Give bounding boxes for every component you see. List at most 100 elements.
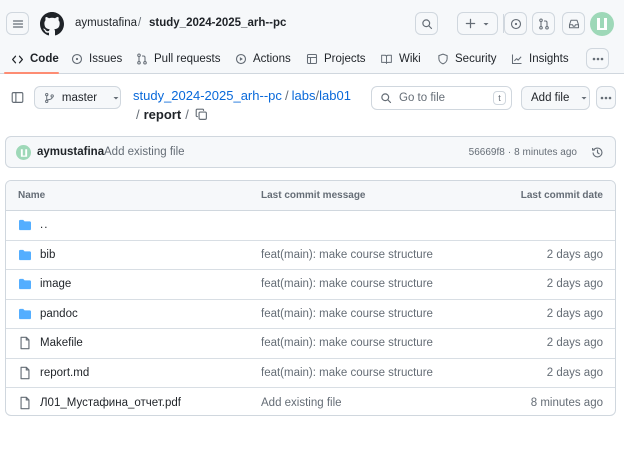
commit-message-link[interactable]: feat(main): make course structure	[261, 270, 433, 299]
file-name-link[interactable]: Л01_Мустафина_отчет.pdf	[40, 397, 181, 409]
tab-pull-requests[interactable]: Pull requests	[136, 45, 220, 73]
file-icon	[20, 366, 30, 380]
path-separator: /	[136, 107, 140, 122]
kebab-horizontal-icon	[592, 57, 603, 60]
table-row[interactable]: bib feat(main): make course structure 2 …	[6, 241, 615, 270]
commit-message-link[interactable]: Add existing file	[261, 388, 342, 415]
add-file-label: Add file	[531, 92, 570, 104]
commit-time: 8 minutes ago	[514, 147, 577, 158]
path-labs-link[interactable]: labs	[292, 88, 316, 103]
table-header: Name Last commit message Last commit dat…	[6, 181, 615, 211]
create-new-button[interactable]	[457, 12, 498, 35]
file-name-link[interactable]: image	[40, 278, 71, 290]
table-row[interactable]: Makefile feat(main): make course structu…	[6, 329, 615, 359]
tab-insights[interactable]: Insights	[511, 45, 569, 73]
tab-label: Wiki	[399, 53, 421, 65]
inbox-button[interactable]	[562, 12, 585, 35]
file-name-cell: ..	[18, 211, 48, 240]
path-separator: /	[284, 88, 289, 103]
pull-request-icon	[137, 53, 147, 65]
latest-commit-box: aymustafina Add existing file 56669f8 · …	[5, 136, 616, 168]
keyboard-shortcut-hint: t	[493, 91, 506, 105]
file-name-cell: bib	[18, 241, 55, 270]
go-to-file-placeholder: Go to file	[399, 92, 446, 104]
commit-date: 2 days ago	[546, 337, 603, 350]
tab-projects[interactable]: Projects	[306, 45, 366, 73]
more-options-button[interactable]	[596, 86, 616, 109]
play-icon	[235, 53, 247, 65]
parent-directory-row[interactable]: ..	[6, 211, 615, 241]
tab-label: Projects	[324, 53, 366, 65]
commit-hash[interactable]: 56669f8	[469, 147, 505, 158]
tab-label: Pull requests	[154, 53, 221, 65]
file-name-link[interactable]: Makefile	[40, 337, 83, 349]
hamburger-icon	[12, 19, 23, 28]
active-tab-indicator	[4, 72, 59, 74]
issue-icon	[71, 53, 83, 65]
file-name-link[interactable]: report.md	[40, 367, 89, 379]
repo-owner-link[interactable]: aymustafina	[75, 17, 137, 29]
identicon-icon	[597, 18, 607, 30]
table-icon	[306, 53, 318, 65]
tab-label: Issues	[89, 53, 123, 65]
pull-request-icon	[538, 17, 549, 30]
repo-name-link[interactable]: study_2024-2025_arh--pc	[149, 17, 286, 29]
plus-icon	[465, 18, 476, 29]
commit-date: 2 days ago	[546, 278, 603, 291]
sidebar-expand-icon	[11, 91, 23, 103]
commit-message-link[interactable]: feat(main): make course structure	[261, 300, 433, 329]
files-table: Name Last commit message Last commit dat…	[5, 180, 616, 416]
triangle-down-icon	[581, 97, 587, 100]
pull-requests-button[interactable]	[532, 12, 555, 35]
copy-icon[interactable]	[195, 108, 208, 121]
commit-message-link[interactable]: feat(main): make course structure	[261, 359, 433, 388]
search-button[interactable]	[415, 12, 438, 35]
go-to-file-input[interactable]: Go to file t	[371, 86, 512, 110]
commit-date: 2 days ago	[546, 307, 603, 320]
commit-meta: 56669f8 · 8 minutes ago	[469, 147, 577, 158]
tab-wiki[interactable]: Wiki	[380, 45, 421, 73]
tab-label: Insights	[529, 53, 569, 65]
tab-code[interactable]: Code	[11, 45, 59, 73]
branch-selector[interactable]: master	[34, 86, 121, 109]
issues-button[interactable]	[504, 12, 527, 35]
github-logo[interactable]	[40, 12, 64, 36]
file-name-cell: pandoc	[18, 300, 78, 329]
table-row[interactable]: Л01_Мустафина_отчет.pdf Add existing fil…	[6, 388, 615, 415]
table-row[interactable]: image feat(main): make course structure …	[6, 270, 615, 300]
user-avatar[interactable]	[590, 12, 614, 36]
file-name-link[interactable]: bib	[40, 249, 55, 261]
folder-icon	[19, 279, 31, 290]
table-row[interactable]: pandoc feat(main): make course structure…	[6, 300, 615, 329]
more-tabs-button[interactable]	[586, 48, 609, 69]
file-name-link[interactable]: pandoc	[40, 308, 78, 320]
tab-issues[interactable]: Issues	[71, 45, 122, 73]
kebab-horizontal-icon	[600, 96, 612, 99]
commit-author-avatar[interactable]	[16, 145, 31, 160]
tab-label: Code	[30, 53, 59, 65]
toggle-tree-button[interactable]	[9, 89, 25, 105]
commit-message-link[interactable]: feat(main): make course structure	[261, 329, 433, 358]
file-name-cell: image	[18, 270, 71, 299]
commit-author[interactable]: aymustafina	[37, 146, 104, 158]
column-name-header: Name	[18, 190, 46, 201]
menu-button[interactable]	[6, 12, 29, 35]
add-file-button[interactable]: Add file	[521, 86, 590, 110]
tab-label: Actions	[253, 53, 291, 65]
parent-directory-link[interactable]: ..	[40, 219, 48, 231]
tab-actions[interactable]: Actions	[235, 45, 291, 73]
path-lab01-link[interactable]: lab01	[319, 88, 351, 103]
folder-icon	[19, 249, 31, 260]
table-row[interactable]: report.md feat(main): make course struct…	[6, 359, 615, 388]
tab-security[interactable]: Security	[437, 45, 497, 73]
history-button[interactable]	[590, 145, 605, 160]
file-name-cell: report.md	[18, 359, 89, 388]
file-name-cell: Makefile	[18, 329, 83, 358]
path-repo-link[interactable]: study_2024-2025_arh--pc	[133, 88, 282, 103]
folder-icon	[19, 220, 31, 231]
folder-icon	[19, 308, 31, 319]
commit-message-link[interactable]: feat(main): make course structure	[261, 241, 433, 270]
history-icon	[592, 147, 603, 158]
commit-message[interactable]: Add existing file	[104, 146, 185, 158]
tab-label: Security	[455, 53, 497, 65]
